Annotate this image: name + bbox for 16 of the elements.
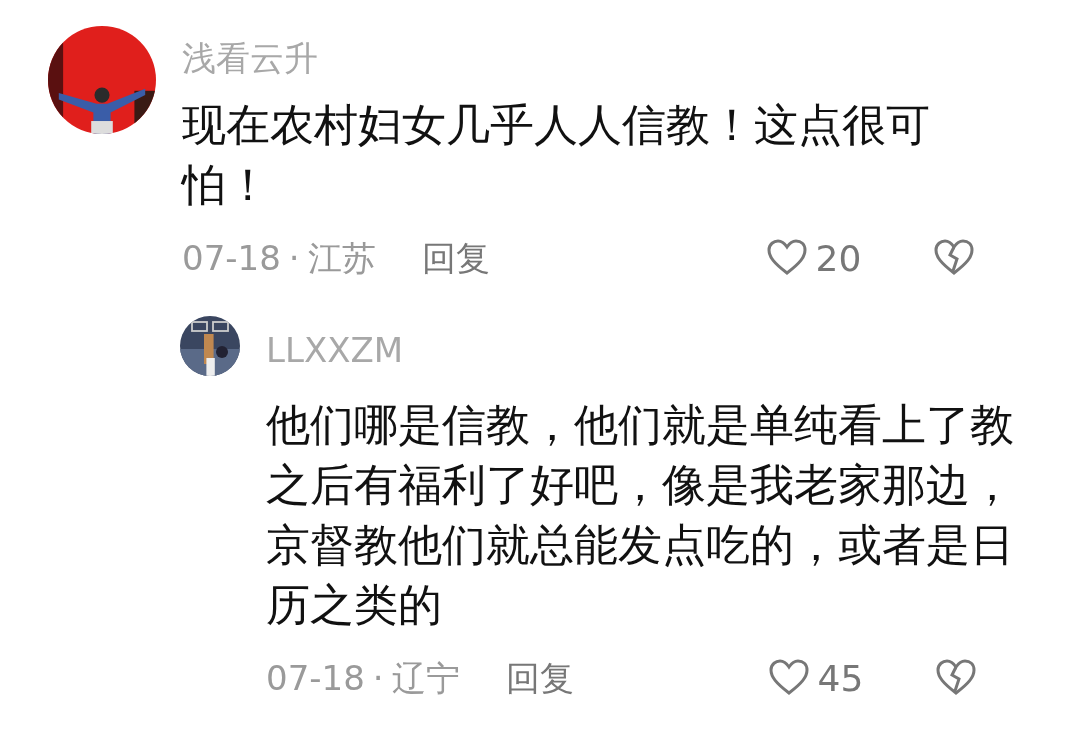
username[interactable]: LLXXZM: [266, 330, 1036, 371]
reply-button[interactable]: 回复: [505, 657, 574, 699]
like-button[interactable]: 45: [767, 656, 864, 700]
comment-date: 07-18: [182, 238, 281, 279]
separator-dot: ·: [287, 238, 301, 279]
reply-button[interactable]: 回复: [421, 238, 490, 279]
like-count: 45: [817, 656, 864, 700]
comment-text: 他们哪是信教，他们就是单纯看上了教之后有福利了好吧，像是我老家那边，京督教他们就总能发点吃的，或者是日历之类的: [266, 397, 1015, 632]
separator-dot: ·: [371, 657, 385, 699]
like-count: 20: [815, 236, 862, 280]
comment-date: 07-18: [266, 657, 365, 699]
comment-location: 辽宁: [391, 657, 460, 699]
comment-location: 江苏: [307, 238, 376, 279]
comment-text: 现在农村妇女几乎人人信教！这点很可怕！: [182, 97, 931, 212]
username[interactable]: 浅看云升: [182, 38, 976, 79]
like-button[interactable]: 20: [765, 236, 862, 280]
